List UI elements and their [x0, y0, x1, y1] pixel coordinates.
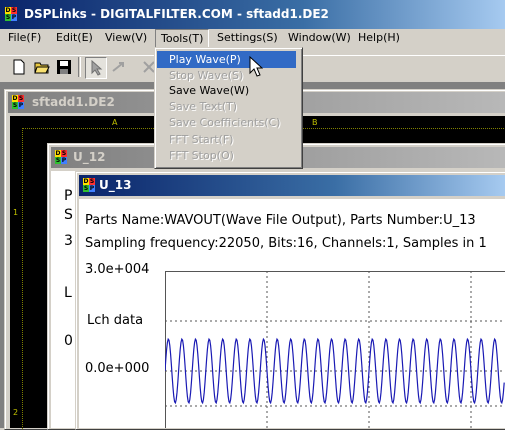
- sftadd1-title: sftadd1.DE2: [32, 95, 115, 109]
- new-icon: [13, 59, 25, 75]
- u12-text-l: L: [64, 285, 72, 301]
- u12-text-p: P: [64, 188, 73, 204]
- link-tool-icon: [112, 62, 124, 72]
- menu-tools[interactable]: Tools(T): [155, 29, 210, 48]
- ruler-left-1: 1: [13, 208, 19, 217]
- pointer-button[interactable]: [85, 57, 107, 79]
- link-tool-button[interactable]: [109, 57, 129, 77]
- toolbar-separator: [78, 57, 81, 77]
- menu-window[interactable]: Window(W): [283, 29, 356, 47]
- u13-title: U_13: [99, 178, 132, 192]
- waveform-plot[interactable]: [165, 271, 505, 428]
- menu-item-play-wave[interactable]: Play Wave(P): [157, 51, 296, 68]
- mouse-cursor-icon: [249, 56, 263, 77]
- document-icon: DS SP: [12, 95, 24, 109]
- save-button[interactable]: [54, 57, 74, 77]
- save-icon: [57, 60, 71, 74]
- y-axis-top-label: 3.0e+004: [85, 262, 150, 277]
- ruler-top-a: A: [112, 118, 118, 127]
- u13-info-line1: Parts Name:WAVOUT(Wave File Output), Par…: [85, 213, 476, 228]
- app-title: DSPLinks - DIGITALFILTER.COM - sftadd1.D…: [24, 7, 329, 21]
- menu-item-fft-start[interactable]: FFT Start(F): [157, 131, 296, 148]
- menu-item-fft-stop[interactable]: FFT Stop(O): [157, 147, 296, 164]
- pointer-icon: [91, 60, 103, 76]
- menu-settings[interactable]: Settings(S): [212, 29, 283, 47]
- u13-info-line2: Sampling frequency:22050, Bits:16, Chann…: [85, 236, 487, 251]
- open-button[interactable]: [32, 57, 52, 77]
- menu-view[interactable]: View(V): [100, 29, 152, 47]
- plot-grid: [165, 271, 505, 428]
- menu-item-save-text[interactable]: Save Text(T): [157, 98, 296, 115]
- u12-icon: DS SP: [55, 150, 67, 164]
- channel-label: Lch data: [87, 313, 144, 328]
- u12-text-s: S: [64, 207, 73, 223]
- u12-title: U_12: [73, 150, 106, 164]
- menu-file[interactable]: File(F): [3, 29, 46, 47]
- u13-content: Parts Name:WAVOUT(Wave File Output), Par…: [79, 199, 505, 428]
- new-button[interactable]: [10, 57, 30, 77]
- ruler-left-2: 2: [13, 408, 19, 417]
- u12-text-3: 3: [64, 233, 73, 249]
- menu-help[interactable]: Help(H): [353, 29, 405, 47]
- app-icon[interactable]: DS SP: [5, 7, 17, 21]
- ruler-top-b: B: [312, 118, 318, 127]
- y-axis-mid-label: 0.0e+000: [85, 361, 150, 376]
- u12-text-0: 0: [64, 333, 73, 349]
- u13-icon: DS SP: [83, 178, 95, 192]
- menu-item-save-wave[interactable]: Save Wave(W): [157, 82, 296, 99]
- app-titlebar: DS SP DSPLinks - DIGITALFILTER.COM - sft…: [0, 0, 505, 29]
- menu-edit[interactable]: Edit(E): [51, 29, 98, 47]
- open-icon: [34, 62, 50, 74]
- menu-item-save-coefficients[interactable]: Save Coefficients(C): [157, 114, 296, 131]
- u13-titlebar[interactable]: DS SP U_13: [79, 175, 505, 196]
